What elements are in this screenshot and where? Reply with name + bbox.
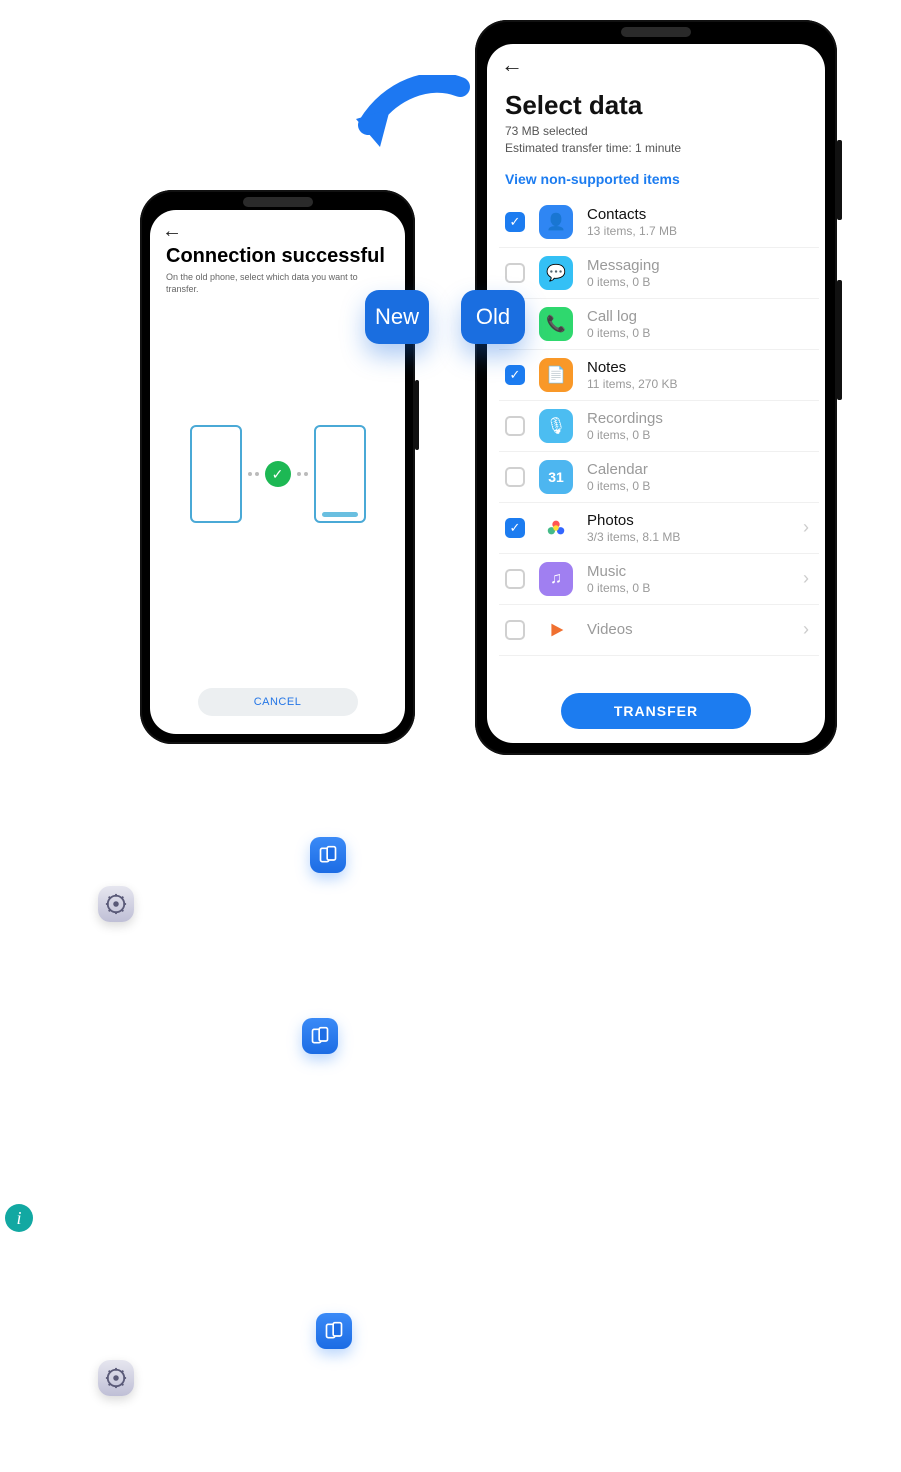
checkbox — [505, 416, 525, 436]
checkbox — [505, 467, 525, 487]
list-item: 31 Calendar0 items, 0 B — [499, 452, 819, 503]
new-badge: New — [365, 290, 429, 344]
page-title: Select data — [487, 78, 825, 123]
item-title: Messaging — [587, 257, 813, 274]
checkbox[interactable]: ✓ — [505, 518, 525, 538]
transfer-eta: Estimated transfer time: 1 minute — [487, 140, 825, 157]
phone-clone-icon — [316, 1313, 352, 1349]
chevron-right-icon: › — [803, 568, 813, 589]
phone-clone-icon — [302, 1018, 338, 1054]
back-button[interactable]: ← — [150, 210, 405, 243]
contacts-icon: 👤 — [539, 205, 573, 239]
checkbox[interactable]: ✓ — [505, 365, 525, 385]
item-subtitle: 0 items, 0 B — [587, 275, 813, 289]
item-subtitle: 0 items, 0 B — [587, 581, 803, 595]
transfer-arrow-icon — [350, 75, 470, 180]
back-button[interactable]: ← — [487, 44, 825, 78]
list-item[interactable]: ✓ 👤 Contacts13 items, 1.7 MB — [499, 197, 819, 248]
list-item: 💬 Messaging0 items, 0 B — [499, 248, 819, 299]
item-title: Photos — [587, 512, 803, 529]
non-supported-link[interactable]: View non-supported items — [487, 157, 825, 197]
page-subtitle: On the old phone, select which data you … — [150, 272, 405, 295]
new-phone-frame: ← Connection successful On the old phone… — [140, 190, 415, 744]
item-subtitle: 0 items, 0 B — [587, 479, 813, 493]
selected-summary: 73 MB selected — [487, 123, 825, 140]
item-subtitle: 0 items, 0 B — [587, 326, 813, 340]
item-subtitle: 0 items, 0 B — [587, 428, 813, 442]
chevron-right-icon: › — [803, 619, 813, 640]
page-title: Connection successful — [150, 243, 405, 272]
check-circle-icon: ✓ — [265, 461, 291, 487]
item-title: Recordings — [587, 410, 813, 427]
checkbox — [505, 569, 525, 589]
videos-icon — [539, 613, 573, 647]
cancel-button[interactable]: CANCEL — [198, 688, 358, 716]
item-title: Contacts — [587, 206, 813, 223]
old-badge: Old — [461, 290, 525, 344]
gear-icon — [98, 1360, 134, 1396]
data-category-list[interactable]: ✓👤Contacts13 items, 1.7 MB💬Messaging0 it… — [487, 197, 825, 743]
chevron-right-icon: › — [803, 517, 813, 538]
item-title: Call log — [587, 308, 813, 325]
music-icon: ♫ — [539, 562, 573, 596]
item-title: Calendar — [587, 461, 813, 478]
list-item[interactable]: ✓ 📄 Notes11 items, 270 KB — [499, 350, 819, 401]
list-item: ♫ Music0 items, 0 B› — [499, 554, 819, 605]
checkbox[interactable]: ✓ — [505, 212, 525, 232]
connection-illustration: ✓ — [150, 425, 405, 523]
list-item: 📞 Call log0 items, 0 B — [499, 299, 819, 350]
recordings-icon: 🎙 — [539, 409, 573, 443]
gear-icon — [98, 886, 134, 922]
item-subtitle: 13 items, 1.7 MB — [587, 224, 813, 238]
mini-phone-left-icon — [190, 425, 242, 523]
phone-clone-icon — [310, 837, 346, 873]
old-phone-frame: ← Select data 73 MB selected Estimated t… — [475, 20, 837, 755]
photos-icon — [539, 511, 573, 545]
info-icon: i — [5, 1204, 33, 1232]
checkbox — [505, 263, 525, 283]
list-item: 🎙 Recordings0 items, 0 B — [499, 401, 819, 452]
calendar-icon: 31 — [539, 460, 573, 494]
item-subtitle: 11 items, 270 KB — [587, 377, 813, 391]
item-subtitle: 3/3 items, 8.1 MB — [587, 530, 803, 544]
item-title: Music — [587, 563, 803, 580]
list-item[interactable]: ✓ Photos3/3 items, 8.1 MB› — [499, 503, 819, 554]
phone-notch — [621, 27, 691, 37]
notes-icon: 📄 — [539, 358, 573, 392]
messaging-icon: 💬 — [539, 256, 573, 290]
checkbox — [505, 620, 525, 640]
item-title: Notes — [587, 359, 813, 376]
phone-notch — [243, 197, 313, 207]
list-item: Videos› — [499, 605, 819, 656]
item-title: Videos — [587, 621, 803, 638]
mini-phone-right-icon — [314, 425, 366, 523]
call-log-icon: 📞 — [539, 307, 573, 341]
transfer-button[interactable]: TRANSFER — [561, 693, 751, 729]
